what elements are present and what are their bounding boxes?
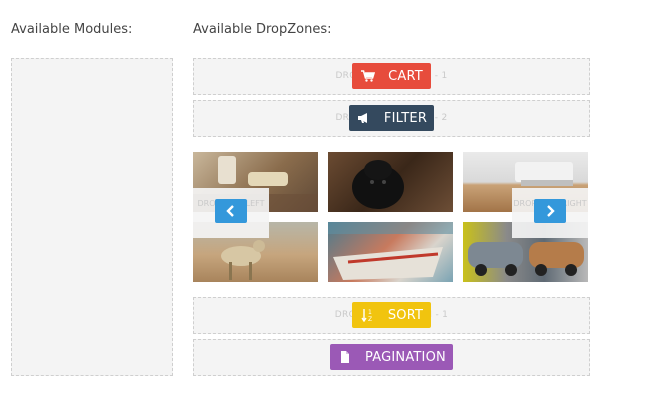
- chevron-left-icon: [226, 202, 236, 221]
- pagination-label: PAGINATION: [365, 349, 446, 365]
- cart-label: CART: [388, 68, 423, 84]
- black-dog-image: [328, 152, 453, 212]
- svg-text:Z: Z: [368, 316, 372, 322]
- slider-prev-button[interactable]: [215, 199, 247, 223]
- available-modules-heading: Available Modules:: [11, 22, 133, 37]
- file-icon: [337, 350, 353, 364]
- boats-image: [328, 222, 453, 282]
- pagination-module[interactable]: PAGINATION: [330, 344, 453, 370]
- sort-module[interactable]: 1Z SORT: [352, 302, 431, 328]
- sort-label: SORT: [387, 307, 424, 323]
- filter-module[interactable]: FILTER: [349, 105, 434, 131]
- available-dropzones-heading: Available DropZones:: [193, 22, 332, 37]
- chevron-right-icon: [545, 202, 555, 221]
- modules-panel[interactable]: [11, 58, 173, 376]
- svg-text:1: 1: [368, 309, 372, 316]
- cart-module[interactable]: CART: [352, 63, 431, 89]
- sort-icon: 1Z: [360, 308, 376, 322]
- slider-next-button[interactable]: [534, 199, 566, 223]
- filter-label: FILTER: [383, 110, 428, 126]
- bullhorn-icon: [356, 111, 372, 125]
- cart-icon: [360, 69, 376, 83]
